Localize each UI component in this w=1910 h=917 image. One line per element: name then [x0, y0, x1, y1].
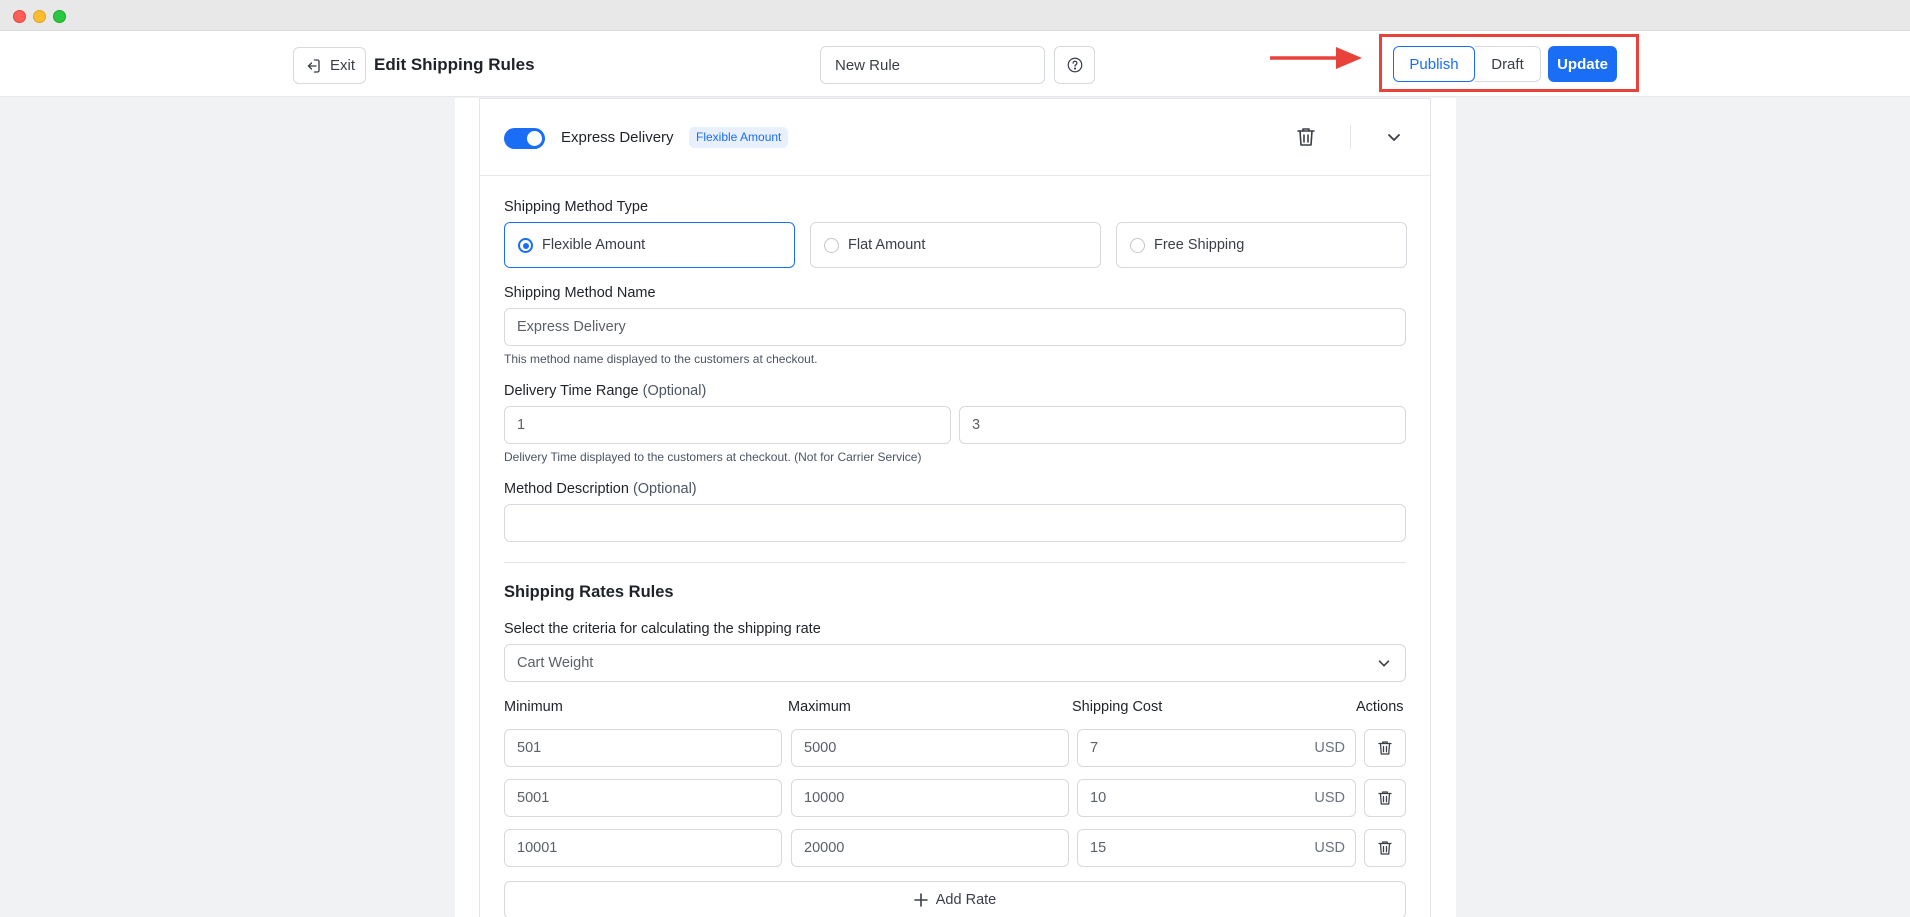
- shipping-method-card: Express Delivery Flexible Amount Shippin…: [479, 98, 1431, 917]
- method-name-label: Shipping Method Name: [504, 285, 656, 301]
- rate-max-input[interactable]: 5000: [791, 729, 1069, 767]
- column-header-minimum: Minimum: [504, 699, 563, 715]
- rule-name-input[interactable]: [820, 46, 1045, 84]
- delivery-time-label-text: Delivery Time Range: [504, 383, 639, 399]
- rate-cost-value: 10: [1090, 790, 1107, 806]
- method-name-hint: This method name displayed to the custom…: [504, 352, 818, 366]
- radio-button[interactable]: [1130, 238, 1145, 253]
- rate-cost-value: 7: [1090, 740, 1099, 756]
- column-header-shipping-cost: Shipping Cost: [1072, 699, 1163, 715]
- delete-rate-button[interactable]: [1364, 779, 1406, 817]
- rate-max-input[interactable]: 10000: [791, 779, 1069, 817]
- criteria-select[interactable]: Cart Weight: [504, 644, 1406, 682]
- draft-button[interactable]: Draft: [1475, 46, 1541, 82]
- currency-suffix: USD: [1314, 740, 1345, 756]
- currency-suffix: USD: [1314, 840, 1345, 856]
- optional-tag: (Optional): [642, 383, 707, 399]
- method-description-label-text: Method Description: [504, 481, 629, 497]
- rates-section-title: Shipping Rates Rules: [504, 583, 674, 601]
- rate-min-input[interactable]: 501: [504, 729, 782, 767]
- top-header: Exit Edit Shipping Rules Publish Draft U…: [0, 31, 1910, 97]
- window-titlebar: [0, 0, 1910, 31]
- publish-button[interactable]: Publish: [1393, 46, 1475, 82]
- red-arrow-annotation: [1270, 47, 1362, 69]
- delivery-time-hint: Delivery Time displayed to the customers…: [504, 450, 922, 464]
- add-rate-label: Add Rate: [935, 892, 997, 908]
- card-header: Express Delivery Flexible Amount: [480, 99, 1430, 176]
- page-title: Edit Shipping Rules: [374, 55, 535, 74]
- help-button[interactable]: [1054, 46, 1095, 84]
- currency-suffix: USD: [1314, 790, 1345, 806]
- trash-icon: [1378, 841, 1392, 855]
- rate-cost-value: 15: [1090, 840, 1107, 856]
- exit-button[interactable]: Exit: [293, 47, 366, 84]
- method-name-input[interactable]: Express Delivery: [504, 308, 1406, 346]
- rate-min-input[interactable]: 5001: [504, 779, 782, 817]
- rate-cost-input[interactable]: 7 USD: [1077, 729, 1356, 767]
- radio-label: Flat Amount: [848, 237, 926, 253]
- rate-cost-input[interactable]: 10 USD: [1077, 779, 1356, 817]
- radio-button[interactable]: [518, 238, 533, 253]
- method-description-label: Method Description (Optional): [504, 481, 697, 497]
- delete-rate-button[interactable]: [1364, 829, 1406, 867]
- trash-icon: [1378, 741, 1392, 755]
- exit-icon: [307, 58, 320, 73]
- column-header-maximum: Maximum: [788, 699, 851, 715]
- minimize-window-button[interactable]: [33, 10, 46, 23]
- method-type-badge: Flexible Amount: [689, 127, 789, 148]
- rate-min-input[interactable]: 10001: [504, 829, 782, 867]
- radio-label: Free Shipping: [1154, 237, 1245, 253]
- criteria-select-value: Cart Weight: [517, 655, 594, 671]
- help-icon: [1067, 57, 1082, 73]
- rate-max-input[interactable]: 20000: [791, 829, 1069, 867]
- delivery-min-input[interactable]: 1: [504, 406, 951, 444]
- collapse-chevron-icon[interactable]: [1384, 127, 1404, 147]
- add-rate-button[interactable]: Add Rate: [504, 881, 1406, 917]
- radio-option-free[interactable]: Free Shipping: [1116, 222, 1407, 268]
- maximize-window-button[interactable]: [53, 10, 66, 23]
- criteria-label: Select the criteria for calculating the …: [504, 621, 821, 637]
- optional-tag: (Optional): [632, 481, 697, 497]
- radio-label: Flexible Amount: [542, 237, 646, 253]
- trash-icon: [1378, 791, 1392, 805]
- section-divider: [504, 562, 1406, 563]
- delete-method-icon[interactable]: [1294, 125, 1318, 149]
- radio-button[interactable]: [824, 238, 839, 253]
- delivery-max-input[interactable]: 3: [959, 406, 1406, 444]
- method-type-label: Shipping Method Type: [504, 199, 649, 215]
- rate-cost-input[interactable]: 15 USD: [1077, 829, 1356, 867]
- header-divider: [1350, 125, 1351, 149]
- method-title: Express Delivery: [561, 129, 674, 146]
- radio-option-flexible[interactable]: Flexible Amount: [504, 222, 795, 268]
- delete-rate-button[interactable]: [1364, 729, 1406, 767]
- column-header-actions: Actions: [1356, 699, 1404, 715]
- close-window-button[interactable]: [13, 10, 26, 23]
- chevron-down-icon: [1378, 660, 1390, 667]
- radio-option-flat[interactable]: Flat Amount: [810, 222, 1101, 268]
- plus-icon: [913, 893, 928, 907]
- update-button[interactable]: Update: [1548, 46, 1617, 82]
- method-description-input[interactable]: [504, 504, 1406, 542]
- method-enabled-toggle[interactable]: [504, 128, 545, 149]
- delivery-time-label: Delivery Time Range (Optional): [504, 383, 706, 399]
- exit-label: Exit: [329, 57, 355, 74]
